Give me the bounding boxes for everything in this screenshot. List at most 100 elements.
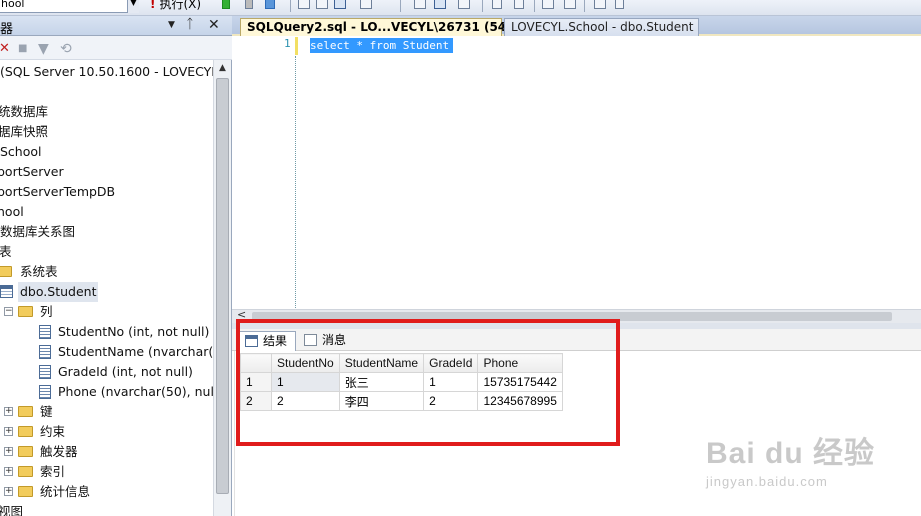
tree-item-views[interactable]: 视图 bbox=[0, 502, 23, 516]
tree-item-label: 索引 bbox=[40, 464, 66, 479]
include-plan-icon[interactable] bbox=[316, 0, 328, 9]
tree-item-label: 约束 bbox=[40, 424, 66, 439]
tree-item-column-gradeid[interactable]: GradeId (int, not null) bbox=[0, 362, 214, 382]
uncomment-icon[interactable] bbox=[434, 0, 446, 9]
pin-icon[interactable]: ᛏ bbox=[186, 17, 194, 32]
tree-item-label: StudentNo (int, not null) bbox=[58, 324, 210, 339]
tree-item-system-tables[interactable]: 系统表 bbox=[0, 262, 200, 282]
execute-label: 执行(X) bbox=[159, 0, 202, 11]
tree-item-system-databases[interactable]: 统数据库 bbox=[0, 102, 48, 122]
line-number: 1 bbox=[284, 37, 291, 50]
tree-item-database-diagrams[interactable]: 数据库关系图 bbox=[0, 222, 75, 242]
tree-item-db-school2[interactable]: hool bbox=[0, 202, 24, 222]
filter-icon[interactable]: ▼ bbox=[38, 41, 49, 57]
tree-item-label: 统数据库 bbox=[0, 104, 49, 119]
results-to-grid-icon[interactable] bbox=[334, 0, 346, 9]
folder-icon bbox=[18, 426, 33, 437]
indent-icon[interactable] bbox=[458, 0, 470, 9]
stop-icon[interactable]: ■ bbox=[18, 43, 27, 54]
tree-item-db-reportserver[interactable]: portServer bbox=[0, 162, 64, 182]
selected-query-text[interactable]: select * from Student bbox=[310, 38, 454, 53]
tree-item-label: School bbox=[0, 144, 42, 159]
query-options-icon[interactable] bbox=[298, 0, 310, 9]
align-left-icon[interactable] bbox=[492, 0, 502, 9]
stop-icon[interactable] bbox=[245, 0, 253, 9]
scroll-up-icon[interactable]: ▲ bbox=[214, 60, 231, 76]
chevron-down-icon[interactable]: ▼ bbox=[127, 0, 139, 13]
column-icon bbox=[39, 345, 51, 359]
folder-icon bbox=[18, 446, 33, 457]
column-icon bbox=[39, 385, 51, 399]
dropdown-icon[interactable]: ▼ bbox=[168, 20, 175, 30]
tree-item-server[interactable]: (SQL Server 10.50.1600 - LOVECYL\2 bbox=[0, 62, 214, 82]
tree-item-label: portServerTempDB bbox=[0, 184, 116, 199]
query-editor[interactable]: 1 select * from Student < bbox=[232, 36, 921, 323]
database-combo[interactable]: hool bbox=[0, 0, 139, 13]
column-icon bbox=[39, 365, 51, 379]
refresh-icon[interactable]: ⟲ bbox=[60, 41, 72, 57]
tree-item-tables[interactable]: 表 bbox=[0, 242, 12, 262]
tree-item-label: GradeId (int, not null) bbox=[58, 364, 193, 379]
tree-item-column-studentname[interactable]: StudentName (nvarchar(20 bbox=[0, 342, 214, 362]
tab-dbo-student[interactable]: LOVECYL.School - dbo.Student bbox=[504, 18, 699, 36]
toolbar: hool ▼ ! 执行(X) bbox=[0, 0, 921, 16]
object-explorer-toolbar: ✕ ■ ▼ ⟲ bbox=[0, 36, 232, 60]
tab-label: LOVECYL.School - dbo.Student bbox=[511, 20, 694, 34]
specify-values-icon[interactable] bbox=[594, 0, 606, 9]
increase-indent-icon[interactable] bbox=[564, 0, 576, 9]
object-explorer-scrollbar[interactable]: ▲ bbox=[213, 60, 231, 516]
align-right-icon[interactable] bbox=[514, 0, 524, 9]
results-to-file-icon[interactable] bbox=[360, 0, 372, 9]
change-indicator bbox=[295, 37, 298, 55]
expand-icon[interactable]: + bbox=[4, 447, 13, 456]
scrollbar-thumb[interactable] bbox=[216, 78, 229, 494]
folder-icon bbox=[18, 406, 33, 417]
tree-item-label: 数据库关系图 bbox=[0, 224, 76, 239]
expand-icon[interactable]: + bbox=[4, 427, 13, 436]
comment-icon[interactable] bbox=[414, 0, 426, 9]
tree-item-label: 键 bbox=[40, 404, 53, 419]
tree-item-statistics[interactable]: + 统计信息 bbox=[0, 482, 200, 502]
toolbar-overflow-icon[interactable] bbox=[615, 0, 624, 9]
tree-item-label: (SQL Server 10.50.1600 - LOVECYL\2 bbox=[0, 64, 214, 79]
toolbar-separator bbox=[482, 0, 483, 12]
tree-item-column-studentno[interactable]: StudentNo (int, not null) bbox=[0, 322, 214, 342]
tree-item-column-phone[interactable]: Phone (nvarchar(50), null) bbox=[0, 382, 214, 402]
toolbar-separator bbox=[400, 0, 401, 12]
tree-item-label: Phone (nvarchar(50), null) bbox=[58, 384, 214, 399]
collapse-icon[interactable]: − bbox=[4, 307, 13, 316]
tree-item-label: 触发器 bbox=[40, 444, 78, 459]
toolbar-separator bbox=[290, 0, 291, 12]
tree-item-label: 据库快照 bbox=[0, 124, 49, 139]
expand-icon[interactable]: + bbox=[4, 487, 13, 496]
watermark-logo: Bai du 经验 bbox=[706, 437, 876, 470]
watermark-url: jingyan.baidu.com bbox=[706, 474, 828, 489]
tree-item-db-school[interactable]: School bbox=[0, 142, 42, 162]
object-explorer-tree: (SQL Server 10.50.1600 - LOVECYL\2 统数据库 … bbox=[0, 60, 214, 516]
tree-item-columns[interactable]: − 列 bbox=[0, 302, 200, 322]
tree-item-db-reportservertempdb[interactable]: portServerTempDB bbox=[0, 182, 115, 202]
document-tab-strip: SQLQuery2.sql - LO...VECYL\26731 (54))* … bbox=[232, 16, 921, 36]
tree-item-label: 列 bbox=[40, 304, 53, 319]
expand-icon[interactable]: + bbox=[4, 467, 13, 476]
expand-icon[interactable]: + bbox=[4, 407, 13, 416]
tree-item-dbo-student[interactable]: dbo.Student bbox=[0, 282, 200, 302]
debug-icon[interactable] bbox=[222, 0, 230, 9]
tree-item-triggers[interactable]: + 触发器 bbox=[0, 442, 200, 462]
decrease-indent-icon[interactable] bbox=[542, 0, 554, 9]
tab-sqlquery2[interactable]: SQLQuery2.sql - LO...VECYL\26731 (54))* … bbox=[240, 18, 523, 36]
column-icon bbox=[39, 325, 51, 339]
tab-label: SQLQuery2.sql - LO...VECYL\26731 (54))* bbox=[247, 20, 524, 34]
tree-item-indexes[interactable]: + 索引 bbox=[0, 462, 200, 482]
folder-icon bbox=[18, 466, 33, 477]
close-icon[interactable]: ✕ bbox=[208, 17, 220, 33]
toolbar-separator bbox=[584, 0, 585, 12]
annotation-highlight-box bbox=[236, 319, 620, 446]
tree-item-keys[interactable]: + 键 bbox=[0, 402, 200, 422]
tree-item-database-snapshots[interactable]: 据库快照 bbox=[0, 122, 48, 142]
disconnect-icon[interactable]: ✕ bbox=[0, 41, 10, 56]
tree-item-constraints[interactable]: + 约束 bbox=[0, 422, 200, 442]
table-icon bbox=[0, 285, 13, 298]
parse-icon[interactable] bbox=[265, 0, 275, 9]
execute-button[interactable]: ! 执行(X) bbox=[150, 0, 201, 12]
